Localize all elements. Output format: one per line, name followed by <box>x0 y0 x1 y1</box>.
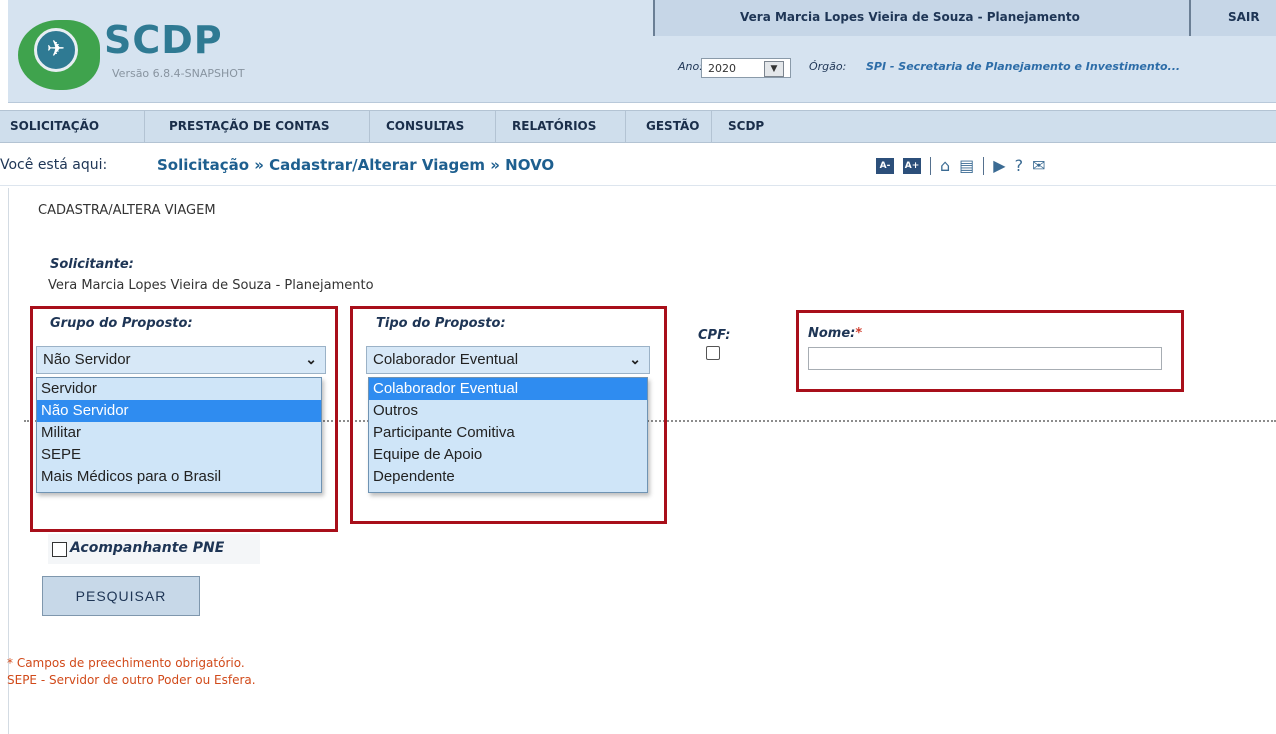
cpf-label: CPF: <box>698 328 731 343</box>
toolbar-icons: A- A+ ⌂ ▤ ▶ ? ✉ <box>876 156 1046 175</box>
help-icon[interactable]: ? <box>1015 156 1024 175</box>
content-left-border <box>8 188 9 734</box>
tipo-label: Tipo do Proposto: <box>376 316 506 331</box>
menu-consultas[interactable]: CONSULTAS <box>370 111 496 142</box>
video-icon[interactable]: ▶ <box>993 156 1005 175</box>
font-increase-button[interactable]: A+ <box>903 157 921 174</box>
scdp-logo[interactable]: ✈ SCDP Versão 6.8.4-SNAPSHOT <box>18 16 245 102</box>
logo-title: SCDP <box>104 18 223 62</box>
airplane-icon: ✈ <box>34 28 78 72</box>
grupo-selected-value: Não Servidor <box>43 351 131 368</box>
search-button[interactable]: PESQUISAR <box>42 576 200 616</box>
menu-relatorios[interactable]: RELATÓRIOS <box>496 111 626 142</box>
user-bar: Vera Marcia Lopes Vieira de Souza - Plan… <box>653 0 1276 36</box>
app-version: Versão 6.8.4-SNAPSHOT <box>112 67 245 80</box>
breadcrumb-path[interactable]: Solicitação » Cadastrar/Alterar Viagem »… <box>157 156 554 174</box>
nome-label-text: Nome: <box>808 326 856 341</box>
cpf-checkbox[interactable] <box>706 346 720 360</box>
grupo-label: Grupo do Proposto: <box>50 316 193 331</box>
required-fields-note: * Campos de preechimento obrigatório. <box>7 656 245 670</box>
toolbar-divider <box>983 156 985 175</box>
logged-user: Vera Marcia Lopes Vieira de Souza - Plan… <box>740 10 1080 24</box>
orgao-label: Órgão: <box>809 60 847 73</box>
tipo-selected-value: Colaborador Eventual <box>373 351 519 368</box>
solicitante-value: Vera Marcia Lopes Vieira de Souza - Plan… <box>48 278 374 293</box>
solicitante-label: Solicitante: <box>50 257 134 272</box>
chevron-down-icon: ⌄ <box>629 351 641 367</box>
home-icon[interactable]: ⌂ <box>940 156 950 175</box>
grupo-option[interactable]: SEPE <box>37 444 321 466</box>
ano-value: 2020 <box>708 62 736 75</box>
tipo-options-list: Colaborador Eventual Outros Participante… <box>368 377 648 493</box>
grupo-option[interactable]: Militar <box>37 422 321 444</box>
required-marker: * <box>855 326 863 341</box>
grupo-option-selected[interactable]: Não Servidor <box>37 400 321 422</box>
user-bar-divider <box>1189 0 1191 36</box>
main-menu: SOLICITAÇÃO PRESTAÇÃO DE CONTAS CONSULTA… <box>0 110 1276 143</box>
nome-label: Nome:* <box>808 326 862 341</box>
tipo-option-selected[interactable]: Colaborador Eventual <box>369 378 647 400</box>
logout-link[interactable]: SAIR <box>1228 10 1260 24</box>
orgao-value[interactable]: SPI - Secretaria de Planejamento e Inves… <box>866 60 1180 73</box>
page-title: CADASTRA/ALTERA VIAGEM <box>38 203 216 218</box>
breadcrumb-label: Você está aqui: <box>0 157 108 173</box>
font-decrease-button[interactable]: A- <box>876 157 894 174</box>
grupo-options-list: Servidor Não Servidor Militar SEPE Mais … <box>36 377 322 493</box>
tipo-option[interactable]: Equipe de Apoio <box>369 444 647 466</box>
menu-prestacao-de-contas[interactable]: PRESTAÇÃO DE CONTAS <box>145 111 370 142</box>
nome-input[interactable] <box>808 347 1162 370</box>
breadcrumb: Você está aqui: Solicitação » Cadastrar/… <box>0 146 1276 186</box>
mail-icon[interactable]: ✉ <box>1032 156 1045 175</box>
app-header: ✈ SCDP Versão 6.8.4-SNAPSHOT Vera Marcia… <box>8 0 1276 103</box>
ano-dropdown-icon[interactable]: ▼ <box>764 61 784 77</box>
tipo-option[interactable]: Outros <box>369 400 647 422</box>
toolbar-divider <box>930 156 931 175</box>
pne-label: Acompanhante PNE <box>70 540 225 556</box>
sepe-note: SEPE - Servidor de outro Poder ou Esfera… <box>7 673 256 687</box>
menu-gestao[interactable]: GESTÃO <box>626 111 712 142</box>
grupo-option[interactable]: Servidor <box>37 378 321 400</box>
tipo-option[interactable]: Participante Comitiva <box>369 422 647 444</box>
comment-icon[interactable]: ▤ <box>959 156 974 175</box>
grupo-option[interactable]: Mais Médicos para o Brasil <box>37 466 321 488</box>
chevron-down-icon: ⌄ <box>305 351 317 367</box>
grupo-select[interactable]: Não Servidor ⌄ <box>36 346 326 374</box>
menu-scdp[interactable]: SCDP <box>712 111 782 142</box>
pne-row: Acompanhante PNE <box>48 534 260 564</box>
tipo-option[interactable]: Dependente <box>369 466 647 488</box>
menu-solicitacao[interactable]: SOLICITAÇÃO <box>0 111 145 142</box>
pne-checkbox[interactable] <box>52 542 67 557</box>
ano-label: Ano: <box>678 60 703 73</box>
tipo-select[interactable]: Colaborador Eventual ⌄ <box>366 346 650 374</box>
